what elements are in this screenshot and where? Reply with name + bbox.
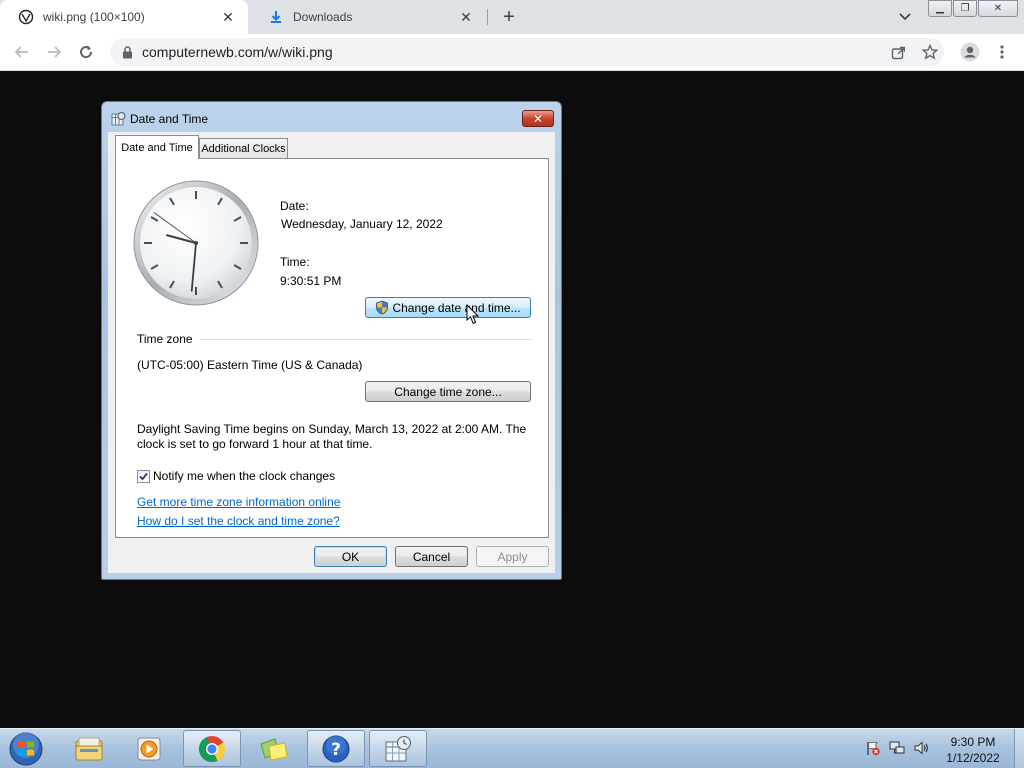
dialog-close-button[interactable]: ✕: [522, 110, 554, 127]
clock-center: [194, 241, 198, 245]
network-icon[interactable]: [888, 739, 906, 757]
time-zone-separator: [200, 339, 532, 340]
tab-close-icon[interactable]: ✕: [458, 9, 474, 25]
restore-button[interactable]: ❐: [953, 0, 977, 17]
download-icon: [268, 9, 284, 25]
taskbar-help[interactable]: ?: [307, 730, 365, 767]
taskbar-date: 1/12/2022: [946, 751, 1000, 765]
tab-additional-clocks[interactable]: Additional Clocks: [199, 138, 288, 159]
tab-close-icon[interactable]: ✕: [220, 9, 236, 25]
favicon-icon: [18, 9, 34, 25]
apply-button[interactable]: Apply: [476, 546, 549, 567]
bookmark-star-icon[interactable]: [918, 38, 942, 66]
sticky-notes-icon: [258, 736, 290, 762]
show-desktop-button[interactable]: [1014, 729, 1024, 768]
help-icon: ?: [321, 734, 351, 764]
address-bar[interactable]: computernewb.com/w/wiki.png: [110, 38, 944, 66]
window-close-button[interactable]: ✕: [978, 0, 1018, 17]
notify-checkbox[interactable]: [137, 470, 150, 483]
tab-search-chevron-icon[interactable]: [895, 8, 915, 26]
taskbar-sticky-notes[interactable]: [245, 730, 303, 767]
date-label: Date:: [280, 199, 309, 213]
dialog-title: Date and Time: [130, 112, 209, 126]
windows-orb-icon: [8, 731, 44, 767]
menu-kebab-icon[interactable]: [992, 40, 1012, 64]
minimize-button[interactable]: ▁: [928, 0, 952, 17]
date-value: Wednesday, January 12, 2022: [281, 217, 443, 231]
windows-explorer-icon: [74, 736, 104, 762]
profile-avatar-icon[interactable]: [958, 40, 982, 64]
uac-shield-icon: [375, 300, 389, 315]
tab-wiki-png[interactable]: wiki.png (100×100) ✕: [0, 0, 248, 34]
system-tray: [864, 739, 930, 757]
time-zone-value: (UTC-05:00) Eastern Time (US & Canada): [137, 358, 363, 372]
taskbar-time: 9:30 PM: [950, 735, 996, 749]
checkmark-icon: [139, 472, 148, 481]
tab-title: Downloads: [293, 10, 353, 24]
change-date-time-button[interactable]: Change date and time...: [365, 297, 531, 318]
windows-taskbar: ? 9:30 PM 1/12/2022: [0, 728, 1024, 768]
reload-icon[interactable]: [74, 40, 98, 64]
change-time-zone-button[interactable]: Change time zone...: [365, 381, 531, 402]
forward-arrow-icon[interactable]: [42, 40, 66, 64]
new-tab-button[interactable]: +: [498, 6, 520, 28]
mouse-cursor-icon: [466, 304, 480, 325]
tab-downloads[interactable]: Downloads ✕: [250, 0, 486, 34]
browser-tabstrip: wiki.png (100×100) ✕ Downloads ✕ + ▁ ❐ ✕: [0, 0, 1024, 34]
media-player-icon: [135, 735, 163, 763]
ok-button[interactable]: OK: [314, 546, 387, 567]
tab-separator: [487, 9, 488, 25]
more-time-zone-info-link[interactable]: Get more time zone information online: [137, 495, 340, 509]
time-value: 9:30:51 PM: [280, 274, 342, 288]
lock-icon[interactable]: [120, 45, 134, 59]
dst-info-line1: Daylight Saving Time begins on Sunday, M…: [137, 422, 527, 436]
date-time-dialog: Date and Time ✕ Date and Time Additional…: [101, 101, 562, 580]
dialog-body: Date and Time Additional Clocks Date: We…: [108, 132, 555, 573]
browser-toolbar: computernewb.com/w/wiki.png: [0, 34, 1024, 71]
time-zone-section-label: Time zone: [137, 332, 193, 346]
taskbar-clock[interactable]: 9:30 PM 1/12/2022: [930, 734, 1016, 766]
back-arrow-icon[interactable]: [10, 40, 34, 64]
change-date-time-label: Change date and time...: [392, 300, 521, 315]
taskbar-date-time[interactable]: [369, 730, 427, 767]
tab-panel: Date: Wednesday, January 12, 2022 Time: …: [115, 158, 549, 538]
tab-date-and-time[interactable]: Date and Time: [115, 135, 199, 159]
date-time-icon: [383, 735, 413, 763]
window-controls: ▁ ❐ ✕: [928, 0, 1019, 17]
taskbar-media-player[interactable]: [120, 730, 178, 767]
how-to-set-clock-link[interactable]: How do I set the clock and time zone?: [137, 514, 340, 528]
analog-clock: [133, 180, 259, 306]
date-time-app-icon: [110, 111, 126, 127]
time-label: Time:: [280, 255, 310, 269]
volume-icon[interactable]: [912, 739, 930, 757]
dst-info-line2: clock is set to go forward 1 hour at tha…: [137, 437, 373, 451]
taskbar-chrome[interactable]: [183, 730, 241, 767]
cancel-button[interactable]: Cancel: [395, 546, 468, 567]
taskbar-windows-explorer[interactable]: [60, 730, 118, 767]
share-icon[interactable]: [886, 38, 910, 66]
url-text: computernewb.com/w/wiki.png: [142, 44, 333, 60]
svg-text:?: ?: [331, 740, 341, 760]
notify-checkbox-label[interactable]: Notify me when the clock changes: [153, 469, 335, 483]
action-center-flag-icon[interactable]: [864, 739, 882, 757]
chrome-icon: [197, 734, 227, 764]
tab-title: wiki.png (100×100): [43, 10, 145, 24]
start-button[interactable]: [6, 731, 46, 767]
